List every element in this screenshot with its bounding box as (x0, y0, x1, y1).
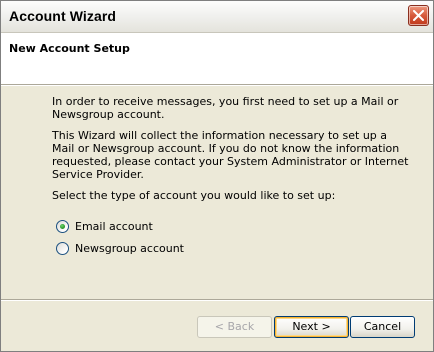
window-title: Account Wizard (9, 8, 117, 24)
back-button[interactable]: < Back (197, 316, 272, 338)
title-bar[interactable]: Account Wizard (1, 1, 433, 33)
info-paragraph: This Wizard will collect the information… (52, 129, 409, 181)
email-account-label[interactable]: Email account (75, 220, 153, 233)
button-area-divider (1, 299, 433, 301)
newsgroup-account-label[interactable]: Newsgroup account (75, 242, 184, 255)
page-title: New Account Setup (9, 42, 130, 55)
account-wizard-window: Account Wizard New Account Setup In orde… (0, 0, 434, 352)
intro-paragraph: In order to receive messages, you first … (52, 95, 399, 121)
next-button[interactable]: Next > (274, 316, 349, 338)
wizard-content: In order to receive messages, you first … (52, 95, 412, 210)
email-account-radio[interactable] (56, 220, 69, 233)
radio-selected-dot (60, 224, 65, 229)
header-divider (1, 85, 433, 86)
close-button[interactable] (408, 5, 429, 26)
wizard-header: New Account Setup (1, 33, 433, 85)
newsgroup-account-radio[interactable] (56, 242, 69, 255)
close-icon (413, 10, 424, 21)
account-type-prompt: Select the type of account you would lik… (52, 189, 336, 202)
cancel-button[interactable]: Cancel (350, 316, 415, 338)
